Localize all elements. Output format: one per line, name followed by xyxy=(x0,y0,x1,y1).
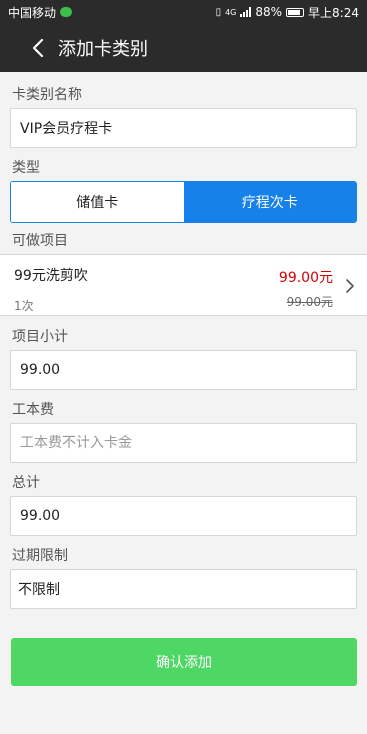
project-list-item[interactable]: 99元洗剪吹 1次 99.00元 99.00元 xyxy=(0,254,367,316)
battery-icon xyxy=(286,7,305,17)
vibrate-icon: ▯ xyxy=(215,6,222,18)
clock: 早上8:24 xyxy=(308,5,359,20)
subtotal-field[interactable] xyxy=(10,350,357,390)
labor-fee-input[interactable] xyxy=(18,434,349,452)
network-type: 4G xyxy=(225,7,237,17)
back-arrow-icon[interactable] xyxy=(28,37,50,59)
expiry-field[interactable]: 不限制 xyxy=(10,569,357,609)
expiry-label: 过期限制 xyxy=(12,548,68,564)
projects-label: 可做项目 xyxy=(12,233,68,249)
total-input[interactable] xyxy=(18,507,349,525)
labor-fee-field[interactable] xyxy=(10,423,357,463)
wechat-icon xyxy=(60,7,73,17)
chevron-right-icon[interactable] xyxy=(345,278,355,294)
card-name-input[interactable] xyxy=(18,119,349,137)
battery-percent: 88% xyxy=(255,5,283,19)
project-original-price: 99.00元 xyxy=(286,295,333,309)
total-field[interactable] xyxy=(10,496,357,536)
subtotal-label: 项目小计 xyxy=(12,329,68,345)
subtotal-input[interactable] xyxy=(18,361,349,379)
signal-icon xyxy=(240,7,252,17)
type-segmented-control: 储值卡 疗程次卡 xyxy=(10,181,357,223)
carrier-name: 中国移动 xyxy=(8,5,57,20)
card-name-field[interactable] xyxy=(10,108,357,148)
nav-bar: 添加卡类别 xyxy=(0,24,367,72)
labor-fee-label: 工本费 xyxy=(12,402,54,418)
type-option-stored-value[interactable]: 储值卡 xyxy=(11,182,184,222)
card-name-label: 卡类别名称 xyxy=(12,87,82,103)
status-bar: 中国移动 ▯ 4G 88% 早上8:24 xyxy=(0,0,367,24)
expiry-value: 不限制 xyxy=(18,582,60,598)
type-option-session-card[interactable]: 疗程次卡 xyxy=(183,182,356,222)
page-title: 添加卡类别 xyxy=(58,39,148,60)
type-label: 类型 xyxy=(12,160,40,176)
total-label: 总计 xyxy=(12,475,40,491)
confirm-add-button[interactable]: 确认添加 xyxy=(11,638,357,686)
project-price: 99.00元 xyxy=(278,270,333,286)
